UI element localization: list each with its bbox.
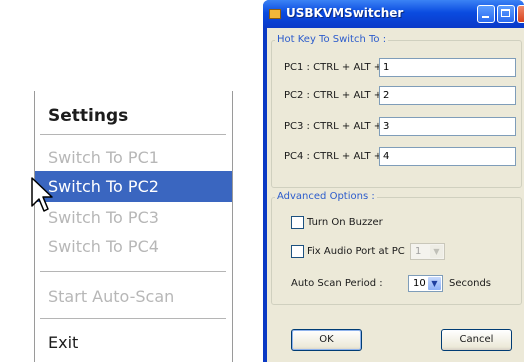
title-bar[interactable]: USBKVMSwitcher [263, 0, 524, 28]
fix-audio-label: Fix Audio Port at PC [307, 246, 405, 257]
minimize-icon [482, 16, 489, 18]
pc1-hotkey-input[interactable] [379, 58, 516, 77]
menu-item-switch-pc4[interactable]: Switch To PC4 [35, 231, 232, 262]
menu-separator [40, 271, 226, 272]
chevron-down-icon[interactable]: ▼ [427, 276, 442, 291]
chevron-down-icon[interactable]: ▼ [429, 244, 444, 259]
menu-item-exit[interactable]: Exit [35, 327, 232, 358]
ok-button[interactable]: OK [291, 329, 362, 351]
menu-separator [40, 134, 226, 135]
cancel-button[interactable]: Cancel [441, 329, 512, 351]
window-title: USBKVMSwitcher [286, 6, 404, 20]
seconds-label: Seconds [449, 278, 492, 289]
pc4-hotkey-label: PC4 : CTRL + ALT + [284, 151, 383, 162]
fix-audio-port-select[interactable]: 1 ▼ [410, 243, 445, 260]
buzzer-checkbox[interactable] [291, 216, 304, 229]
pc4-hotkey-input[interactable] [379, 147, 516, 166]
advanced-group-label: Advanced Options : [275, 191, 377, 203]
menu-item-switch-pc3[interactable]: Switch To PC3 [35, 202, 232, 233]
menu-separator [40, 318, 226, 319]
menu-item-switch-pc2[interactable]: Switch To PC2 [35, 171, 232, 202]
menu-item-switch-pc1[interactable]: Switch To PC1 [35, 142, 232, 173]
maximize-icon [501, 9, 510, 17]
menu-title: Settings [48, 106, 129, 126]
hotkey-group-label: Hot Key To Switch To : [275, 34, 389, 46]
fix-audio-checkbox[interactable] [291, 245, 304, 258]
auto-scan-period-value: 10 [413, 278, 426, 289]
fix-audio-port-value: 1 [415, 246, 422, 257]
auto-scan-label: Auto Scan Period : [291, 278, 383, 289]
close-button[interactable] [517, 5, 524, 23]
app-icon [269, 9, 281, 19]
context-menu: Settings Switch To PC1 Switch To PC2 Swi… [34, 91, 233, 362]
pc3-hotkey-input[interactable] [379, 117, 516, 136]
pc1-hotkey-label: PC1 : CTRL + ALT + [284, 62, 383, 73]
menu-item-start-auto-scan[interactable]: Start Auto-Scan [35, 281, 232, 312]
pc2-hotkey-input[interactable] [379, 86, 516, 105]
usbkvm-window: USBKVMSwitcher Hot Key To Switch To : PC… [263, 0, 524, 362]
minimize-button[interactable] [477, 5, 495, 23]
auto-scan-period-select[interactable]: 10 ▼ [408, 275, 443, 292]
pc3-hotkey-label: PC3 : CTRL + ALT + [284, 121, 383, 132]
dialog-client: Hot Key To Switch To : PC1 : CTRL + ALT … [267, 28, 524, 362]
pc2-hotkey-label: PC2 : CTRL + ALT + [284, 90, 383, 101]
mouse-pointer-icon [31, 177, 53, 212]
maximize-button[interactable] [497, 5, 515, 23]
buzzer-label: Turn On Buzzer [307, 217, 383, 228]
